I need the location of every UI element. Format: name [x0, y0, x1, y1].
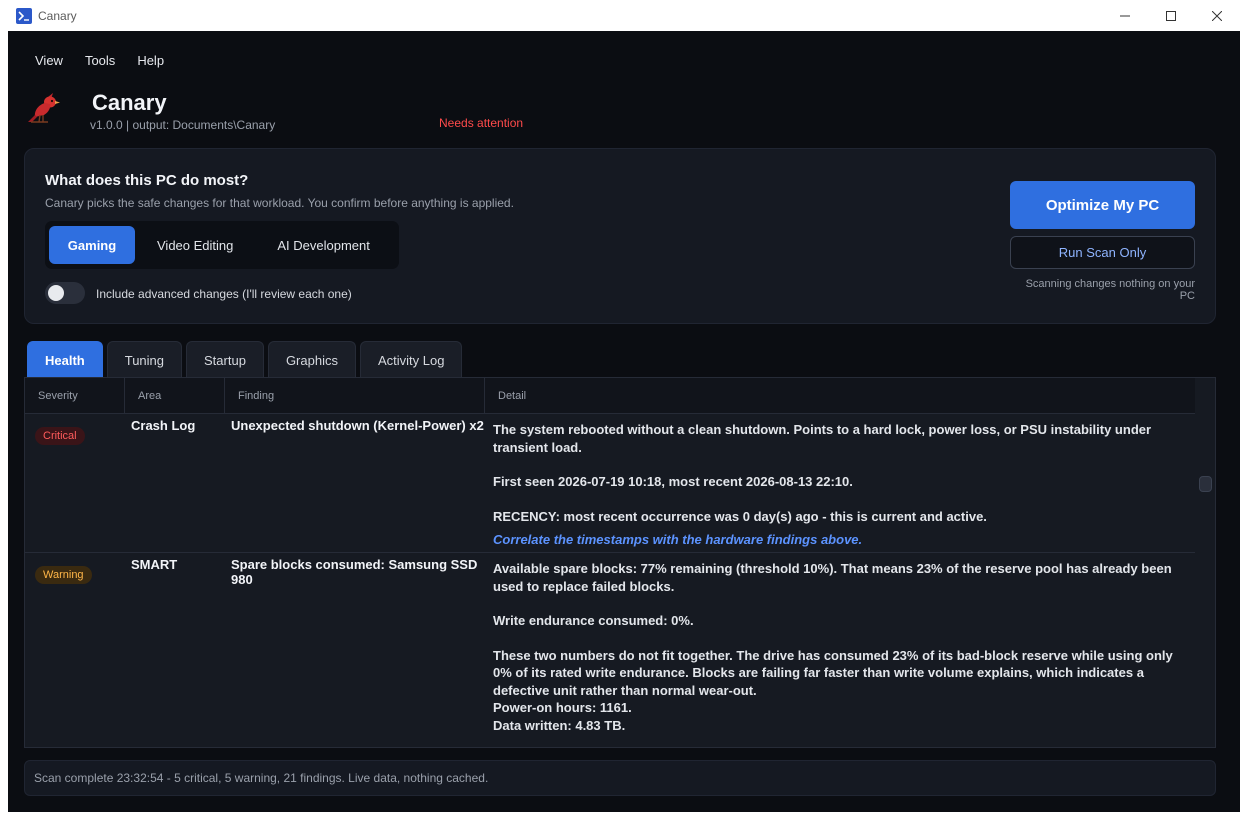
workload-title: What does this PC do most? — [45, 172, 249, 189]
workload-option-gaming[interactable]: Gaming — [49, 226, 135, 264]
detail-advice-link: Correlate the timestamps with the hardwa… — [493, 532, 863, 547]
window-title: Canary — [38, 8, 77, 23]
workload-selector: Gaming Video Editing AI Development — [45, 221, 399, 269]
app-name: Canary — [92, 90, 167, 115]
table-header: Severity Area Finding Detail — [25, 378, 1195, 414]
advanced-changes-toggle[interactable] — [45, 282, 85, 304]
severity-badge-warning: Warning — [35, 566, 92, 584]
close-icon[interactable] — [1194, 0, 1240, 31]
workload-option-ai-development[interactable]: AI Development — [255, 226, 392, 264]
workload-option-video-editing[interactable]: Video Editing — [135, 226, 255, 264]
optimize-button[interactable]: Optimize My PC — [1010, 181, 1195, 229]
detail-cell: The system rebooted without a clean shut… — [493, 421, 1183, 549]
detail-paragraph: First seen 2026-07-19 10:18, most recent… — [493, 474, 853, 489]
detail-paragraph: The system rebooted without a clean shut… — [493, 422, 1152, 455]
table-scrollbar[interactable] — [1195, 378, 1215, 747]
workload-panel: What does this PC do most? Canary picks … — [24, 148, 1216, 324]
column-header-detail[interactable]: Detail — [485, 378, 1195, 414]
area-cell: Crash Log — [131, 418, 196, 433]
findings-table: Severity Area Finding Detail Critical Cr… — [24, 377, 1216, 748]
menu-tools[interactable]: Tools — [85, 53, 115, 68]
table-row[interactable]: Warning SMART Spare blocks consumed: Sam… — [25, 553, 1195, 747]
finding-cell: Unexpected shutdown (Kernel-Power) x2 — [231, 418, 484, 433]
toggle-knob — [48, 285, 64, 301]
column-header-finding[interactable]: Finding — [225, 378, 485, 414]
tab-startup[interactable]: Startup — [186, 341, 264, 378]
tab-tuning[interactable]: Tuning — [106, 341, 183, 378]
detail-paragraph: Available spare blocks: 77% remaining (t… — [493, 561, 1172, 594]
column-header-area[interactable]: Area — [125, 378, 225, 414]
canary-bird-logo — [26, 91, 62, 125]
maximize-icon[interactable] — [1148, 0, 1194, 31]
powershell-icon — [16, 7, 32, 24]
detail-paragraph: Write endurance consumed: 0%. — [493, 613, 694, 628]
scrollbar-thumb[interactable] — [1199, 476, 1212, 492]
window-titlebar: Canary — [0, 0, 1240, 31]
tab-health[interactable]: Health — [27, 341, 103, 378]
menu-bar: View Tools Help — [35, 53, 186, 68]
detail-line: Data written: 4.83 TB. — [493, 717, 626, 733]
run-scan-button[interactable]: Run Scan Only — [1010, 236, 1195, 269]
detail-cell: Available spare blocks: 77% remaining (t… — [493, 560, 1183, 734]
menu-view[interactable]: View — [35, 53, 63, 68]
menu-help[interactable]: Help — [137, 53, 164, 68]
scan-note: Scanning changes nothing on your PC — [1025, 278, 1195, 302]
area-cell: SMART — [131, 557, 178, 572]
version-output-line: v1.0.0 | output: Documents\Canary — [90, 118, 276, 132]
minimize-icon[interactable] — [1102, 0, 1148, 31]
workload-description: Canary picks the safe changes for that w… — [45, 196, 514, 210]
advanced-changes-label: Include advanced changes (I'll review ea… — [96, 287, 352, 301]
detail-paragraph: These two numbers do not fit together. T… — [493, 647, 1173, 698]
status-bar: Scan complete 23:32:54 - 5 critical, 5 w… — [24, 760, 1216, 796]
finding-cell: Spare blocks consumed: Samsung SSD 980 — [231, 557, 478, 587]
tab-graphics[interactable]: Graphics — [267, 341, 356, 378]
tab-bar: Health Tuning Startup Graphics Activity … — [27, 341, 463, 378]
column-header-severity[interactable]: Severity — [25, 378, 125, 414]
table-row[interactable]: Critical Crash Log Unexpected shutdown (… — [25, 414, 1195, 553]
detail-line: Power-on hours: 1161. — [493, 700, 632, 715]
detail-paragraph: RECENCY: most recent occurrence was 0 da… — [493, 508, 987, 524]
severity-badge-critical: Critical — [35, 427, 85, 445]
app-window: View Tools Help Canary v1.0.0 | output: … — [8, 31, 1240, 812]
status-attention: Needs attention — [439, 116, 524, 130]
tab-activity-log[interactable]: Activity Log — [359, 341, 463, 378]
